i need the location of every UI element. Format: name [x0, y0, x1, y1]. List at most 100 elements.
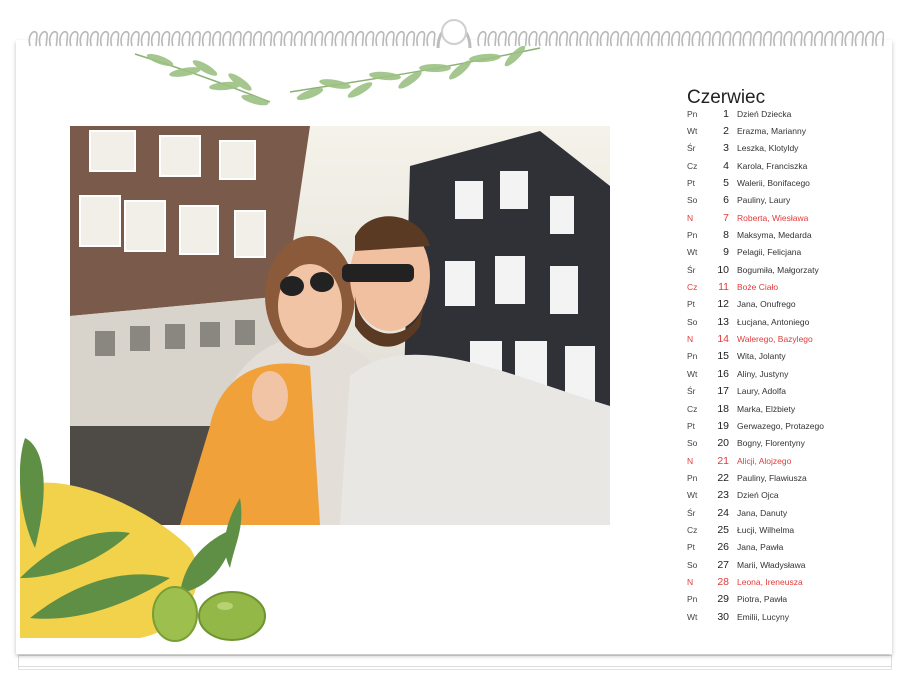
- name-day-label: Marii, Władysława: [737, 559, 806, 570]
- day-number: 17: [717, 385, 729, 398]
- day-number: 2: [723, 125, 729, 138]
- day-of-week-label: Pn: [687, 351, 698, 362]
- day-of-week-label: N: [687, 212, 694, 223]
- day-of-week-label: Wt: [687, 126, 698, 137]
- binding-coil: [783, 30, 793, 47]
- binding-coil: [681, 30, 691, 47]
- name-day-label: Alicji, Alojzego: [737, 455, 792, 466]
- name-day-label: Aliny, Justyny: [737, 368, 789, 379]
- name-day-label: Leona, Ireneusza: [737, 576, 803, 587]
- day-number: 12: [717, 298, 729, 311]
- day-of-week-label: Cz: [687, 282, 698, 293]
- binding-coil: [528, 30, 538, 47]
- day-of-week-label: Śr: [687, 507, 696, 518]
- binding-coil: [640, 30, 650, 47]
- name-day-label: Marka, Elżbiety: [737, 403, 796, 414]
- binding-coil: [38, 30, 49, 47]
- name-day-label: Pelagii, Felicjana: [737, 247, 802, 258]
- day-of-week-label: So: [687, 195, 698, 206]
- binding-coil: [232, 30, 242, 47]
- binding-coil: [130, 30, 140, 47]
- binding-coil: [79, 30, 89, 47]
- binding-coil: [171, 30, 181, 47]
- binding-coil: [844, 30, 854, 47]
- binding-coil: [344, 30, 355, 47]
- day-number: 9: [723, 246, 729, 259]
- day-number: 25: [717, 523, 729, 536]
- day-of-week-label: Śr: [687, 264, 696, 275]
- day-number: 24: [717, 506, 729, 519]
- day-number: 8: [723, 229, 729, 242]
- binding-coil: [803, 30, 814, 47]
- calendar-page-edge: [18, 655, 892, 667]
- binding-coil: [181, 30, 191, 47]
- binding-coil: [385, 30, 395, 47]
- binding-coil: [813, 30, 824, 47]
- day-of-week-label: So: [687, 316, 698, 327]
- day-of-week-label: Pn: [687, 230, 698, 241]
- binding-coil: [834, 30, 844, 47]
- binding-coil: [242, 30, 253, 47]
- binding-coil: [854, 30, 865, 47]
- calendar-day-row: Wt 30 Emilii, Lucyny: [687, 608, 867, 625]
- binding-coil: [201, 30, 212, 47]
- day-of-week-label: Cz: [687, 524, 698, 535]
- day-of-week-label: N: [687, 455, 694, 466]
- calendar-day-row: Pn 15 Wita, Jolanty: [687, 348, 867, 365]
- calendar-day-row: Pt 26 Jana, Pawła: [687, 539, 867, 556]
- name-day-label: Maksyma, Medarda: [737, 230, 812, 241]
- calendar-day-row: N 14 Walerego, Bazylego: [687, 330, 867, 347]
- day-number: 7: [723, 211, 729, 224]
- calendar-day-row: Wt 2 Erazma, Marianny: [687, 122, 867, 139]
- name-day-label: Wita, Jolanty: [737, 351, 786, 362]
- binding-coil: [395, 30, 406, 47]
- day-of-week-label: N: [687, 576, 694, 587]
- binding-coil: [334, 30, 344, 47]
- day-of-week-label: Pt: [687, 420, 696, 431]
- binding-coil: [477, 30, 487, 47]
- binding-coil: [752, 30, 763, 47]
- binding-coil: [59, 30, 69, 47]
- day-of-week-label: Wt: [687, 247, 698, 258]
- day-number: 29: [717, 593, 729, 606]
- binding-coil: [252, 30, 263, 47]
- calendar-day-row: Pn 29 Piotra, Pawła: [687, 591, 867, 608]
- calendar-day-row: So 20 Bogny, Florentyny: [687, 435, 867, 452]
- binding-coil: [89, 30, 100, 47]
- binding-coil: [518, 30, 528, 47]
- binding-coil: [48, 30, 59, 47]
- binding-coil: [99, 30, 110, 47]
- binding-coil: [742, 30, 752, 47]
- name-day-label: Bogumiła, Małgorzaty: [737, 264, 819, 275]
- day-of-week-label: Pt: [687, 542, 696, 553]
- binding-coil: [558, 30, 569, 47]
- binding-coil: [599, 30, 610, 47]
- binding-coil: [28, 30, 38, 47]
- binding-coil: [354, 30, 365, 47]
- day-number: 1: [723, 107, 729, 120]
- day-of-week-label: Pt: [687, 299, 696, 310]
- calendar-day-row: So 13 Łucjana, Antoniego: [687, 313, 867, 330]
- name-day-label: Walerego, Bazylego: [737, 334, 813, 345]
- day-number: 4: [723, 159, 729, 172]
- calendar-day-row: Wt 23 Dzień Ojca: [687, 487, 867, 504]
- day-list: Pn 1 Dzień Dziecka Wt 2 Erazma, Marianny Śr 3 Le…: [687, 105, 867, 625]
- name-day-label: Pauliny, Laury: [737, 195, 791, 206]
- binding-coil: [548, 30, 559, 47]
- binding-coil: [273, 30, 283, 47]
- day-number: 10: [717, 263, 729, 276]
- binding-coil: [875, 30, 884, 47]
- day-number: 19: [717, 419, 729, 432]
- binding-coil: [303, 30, 314, 47]
- day-of-week-label: Pt: [687, 178, 696, 189]
- name-day-label: Emilii, Lucyny: [737, 611, 789, 622]
- binding-coil: [405, 30, 416, 47]
- binding-coil: [212, 30, 222, 47]
- day-of-week-label: So: [687, 438, 698, 449]
- binding-coil: [589, 30, 599, 47]
- day-number: 30: [717, 610, 729, 623]
- binding-coil: [314, 30, 324, 47]
- name-day-label: Piotra, Pawła: [737, 594, 788, 605]
- binding-coil: [711, 30, 722, 47]
- binding-coil: [140, 30, 151, 47]
